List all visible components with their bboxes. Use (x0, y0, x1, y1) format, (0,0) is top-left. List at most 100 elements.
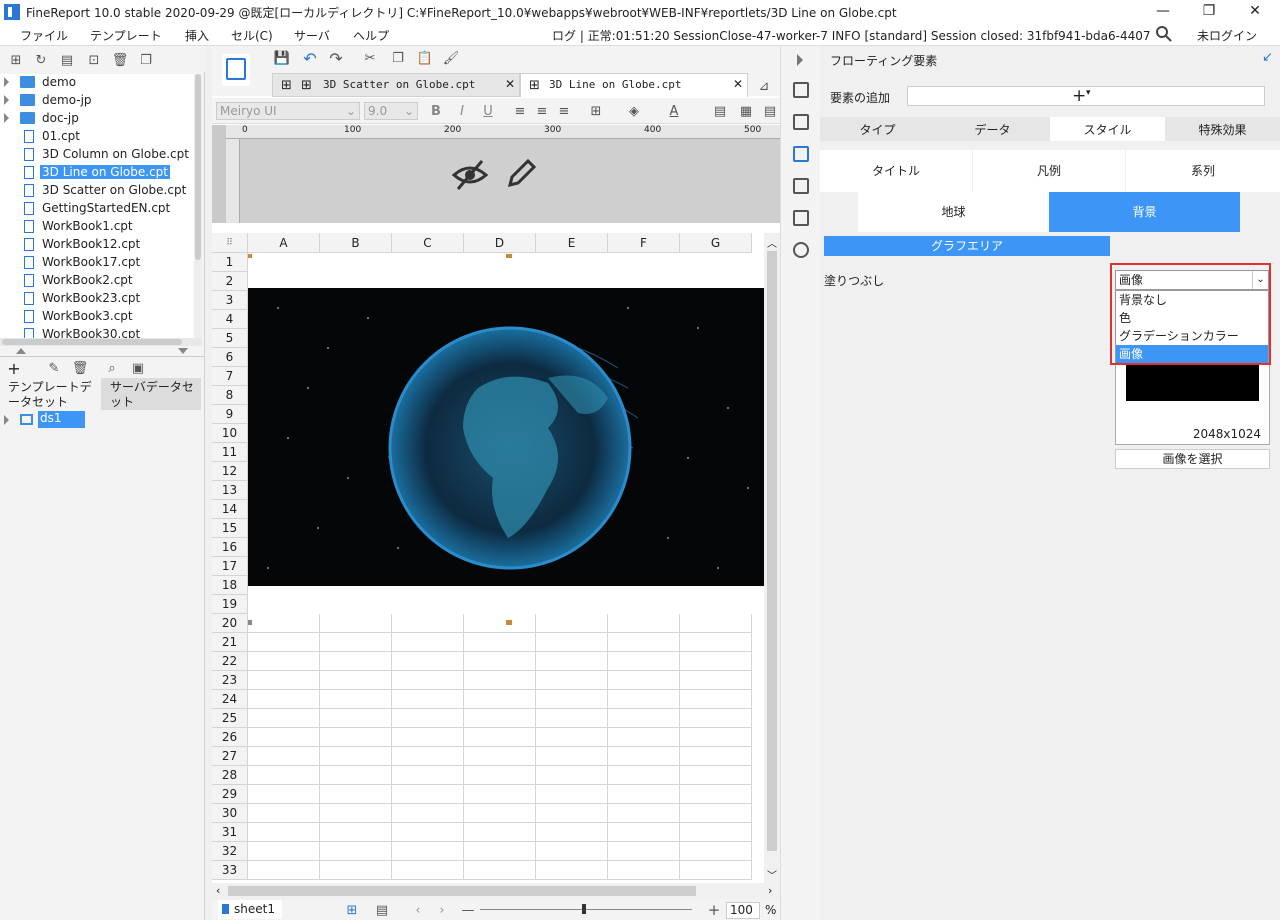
menu-file[interactable]: ファイル (20, 27, 68, 44)
tab-close-icon[interactable]: ✕ (733, 77, 743, 91)
dataset-parameter-icon[interactable]: ▣ (130, 360, 146, 376)
menu-cell[interactable]: セル(C) (231, 27, 273, 44)
add-sheet-icon[interactable]: ⊞ (344, 902, 360, 918)
login-status[interactable]: 未ログイン (1197, 27, 1257, 44)
font-size-select[interactable]: 9.0 ⌄ (364, 102, 418, 120)
scroll-down-icon[interactable]: ﹀ (767, 867, 777, 882)
tree-item[interactable]: demo-jp (0, 92, 195, 110)
subtab-title[interactable]: タイトル (820, 150, 972, 192)
new-folder-icon[interactable]: ⊞ (8, 52, 24, 68)
tree-item[interactable]: WorkBook1.cpt (0, 218, 195, 236)
row-header[interactable]: 32 (212, 842, 248, 861)
row-header[interactable]: 24 (212, 690, 248, 709)
collapse-panel-icon[interactable] (797, 54, 803, 66)
tree-item[interactable]: WorkBook2.cpt (0, 272, 195, 290)
left-splitter[interactable] (205, 46, 212, 920)
next-sheet-icon[interactable]: › (434, 902, 450, 918)
tab-list-icon[interactable]: ⊿ (756, 78, 772, 94)
format-painter-icon[interactable]: 🖌 (443, 50, 460, 66)
tree-item[interactable]: WorkBook12.cpt (0, 236, 195, 254)
column-header[interactable]: A (248, 233, 320, 253)
add-report-icon[interactable]: ▤ (374, 902, 390, 918)
resize-handle[interactable] (248, 254, 252, 258)
column-header[interactable]: E (536, 233, 608, 253)
splitter-down-icon[interactable] (178, 348, 188, 354)
add-element-select[interactable]: + ▾ (907, 86, 1265, 106)
font-color-icon[interactable]: A (666, 103, 682, 119)
italic-icon[interactable]: I (454, 103, 470, 119)
row-header[interactable]: 12 (212, 462, 248, 481)
open-file-icon[interactable]: ▤ (59, 52, 75, 68)
sheet-tab[interactable]: sheet1 (218, 900, 282, 919)
tree-item[interactable]: 3D Column on Globe.cpt (0, 146, 195, 164)
undo-icon[interactable]: ↶ (302, 49, 318, 68)
row-header[interactable]: 11 (212, 443, 248, 462)
row-header[interactable]: 16 (212, 538, 248, 557)
align-right-icon[interactable]: ≡ (556, 103, 572, 119)
scroll-up-icon[interactable]: ︿ (767, 235, 777, 250)
locate-icon[interactable]: ⊡ (86, 52, 102, 68)
cell-attribute-icon[interactable] (793, 82, 809, 98)
split-cell-icon[interactable]: ▦ (738, 103, 754, 119)
row-header[interactable]: 8 (212, 386, 248, 405)
row-header[interactable]: 14 (212, 500, 248, 519)
row-header[interactable]: 1 (212, 253, 248, 272)
scroll-right-icon[interactable]: › (768, 884, 772, 897)
bold-icon[interactable]: B (428, 103, 444, 119)
row-header[interactable]: 6 (212, 348, 248, 367)
tab-server-dataset[interactable]: サーバデータセット (101, 378, 201, 410)
tab-style[interactable]: スタイル (1050, 117, 1165, 141)
tree-item[interactable]: WorkBook23.cpt (0, 290, 195, 308)
globe-chart[interactable] (248, 288, 764, 586)
template-menu-button[interactable] (222, 54, 250, 86)
tree-item[interactable]: WorkBook30.cpt (0, 326, 195, 338)
row-header[interactable]: 3 (212, 291, 248, 310)
panel-splitter[interactable] (0, 347, 205, 357)
splitter-up-icon[interactable] (16, 348, 26, 354)
menu-server[interactable]: サーバ (294, 27, 330, 44)
select-all-corner[interactable]: ⠿ (212, 233, 248, 253)
hyperlink-icon[interactable] (793, 242, 809, 258)
collapse-icon[interactable]: ❐ (138, 52, 154, 68)
tree-item[interactable]: doc-jp (0, 110, 195, 128)
row-header[interactable]: 23 (212, 671, 248, 690)
dataset-item[interactable]: ds1 (0, 410, 205, 430)
tree-scroll-thumb[interactable] (195, 74, 201, 260)
zoom-slider[interactable] (480, 909, 692, 910)
cut-icon[interactable]: ✂ (362, 50, 378, 66)
row-header[interactable]: 28 (212, 766, 248, 785)
widget-icon[interactable] (793, 178, 809, 194)
expand-icon[interactable] (4, 113, 9, 123)
sheet-hscrollbar[interactable]: ‹ › (212, 883, 780, 899)
align-center-icon[interactable]: ≡ (534, 103, 550, 119)
subtab-legend[interactable]: 凡例 (973, 150, 1125, 192)
section-chart-area[interactable]: グラフエリア (824, 236, 1110, 256)
cell-more-icon[interactable]: ▤ (762, 103, 778, 119)
zoom-slider-thumb[interactable] (582, 904, 586, 914)
scroll-left-icon[interactable]: ‹ (216, 884, 220, 897)
choose-image-button[interactable]: 画像を選択 (1115, 449, 1270, 469)
expand-icon[interactable] (4, 95, 9, 105)
tree-item[interactable]: WorkBook3.cpt (0, 308, 195, 326)
row-header[interactable]: 9 (212, 405, 248, 424)
row-header[interactable]: 19 (212, 595, 248, 614)
row-header[interactable]: 17 (212, 557, 248, 576)
zoom-input[interactable]: 100 (726, 902, 760, 919)
row-header[interactable]: 29 (212, 785, 248, 804)
expand-icon[interactable] (4, 415, 9, 425)
row-header[interactable]: 20 (212, 614, 248, 633)
underline-icon[interactable]: U (480, 103, 496, 119)
tree-item[interactable]: 01.cpt (0, 128, 195, 146)
fill-option-image[interactable]: 画像 (1116, 345, 1268, 363)
menu-help[interactable]: ヘルプ (353, 27, 389, 44)
tree-item[interactable]: GettingStartedEN.cpt (0, 200, 195, 218)
sheet-hscroll-thumb[interactable] (228, 886, 696, 896)
tab-effect[interactable]: 特殊効果 (1165, 121, 1280, 138)
expand-icon[interactable] (4, 77, 9, 87)
subtab-globe[interactable]: 地球 (858, 192, 1049, 232)
row-header[interactable]: 26 (212, 728, 248, 747)
save-icon[interactable]: 💾 (274, 50, 290, 66)
condition-attribute-icon[interactable] (793, 114, 809, 130)
row-header[interactable]: 30 (212, 804, 248, 823)
row-header[interactable]: 27 (212, 747, 248, 766)
